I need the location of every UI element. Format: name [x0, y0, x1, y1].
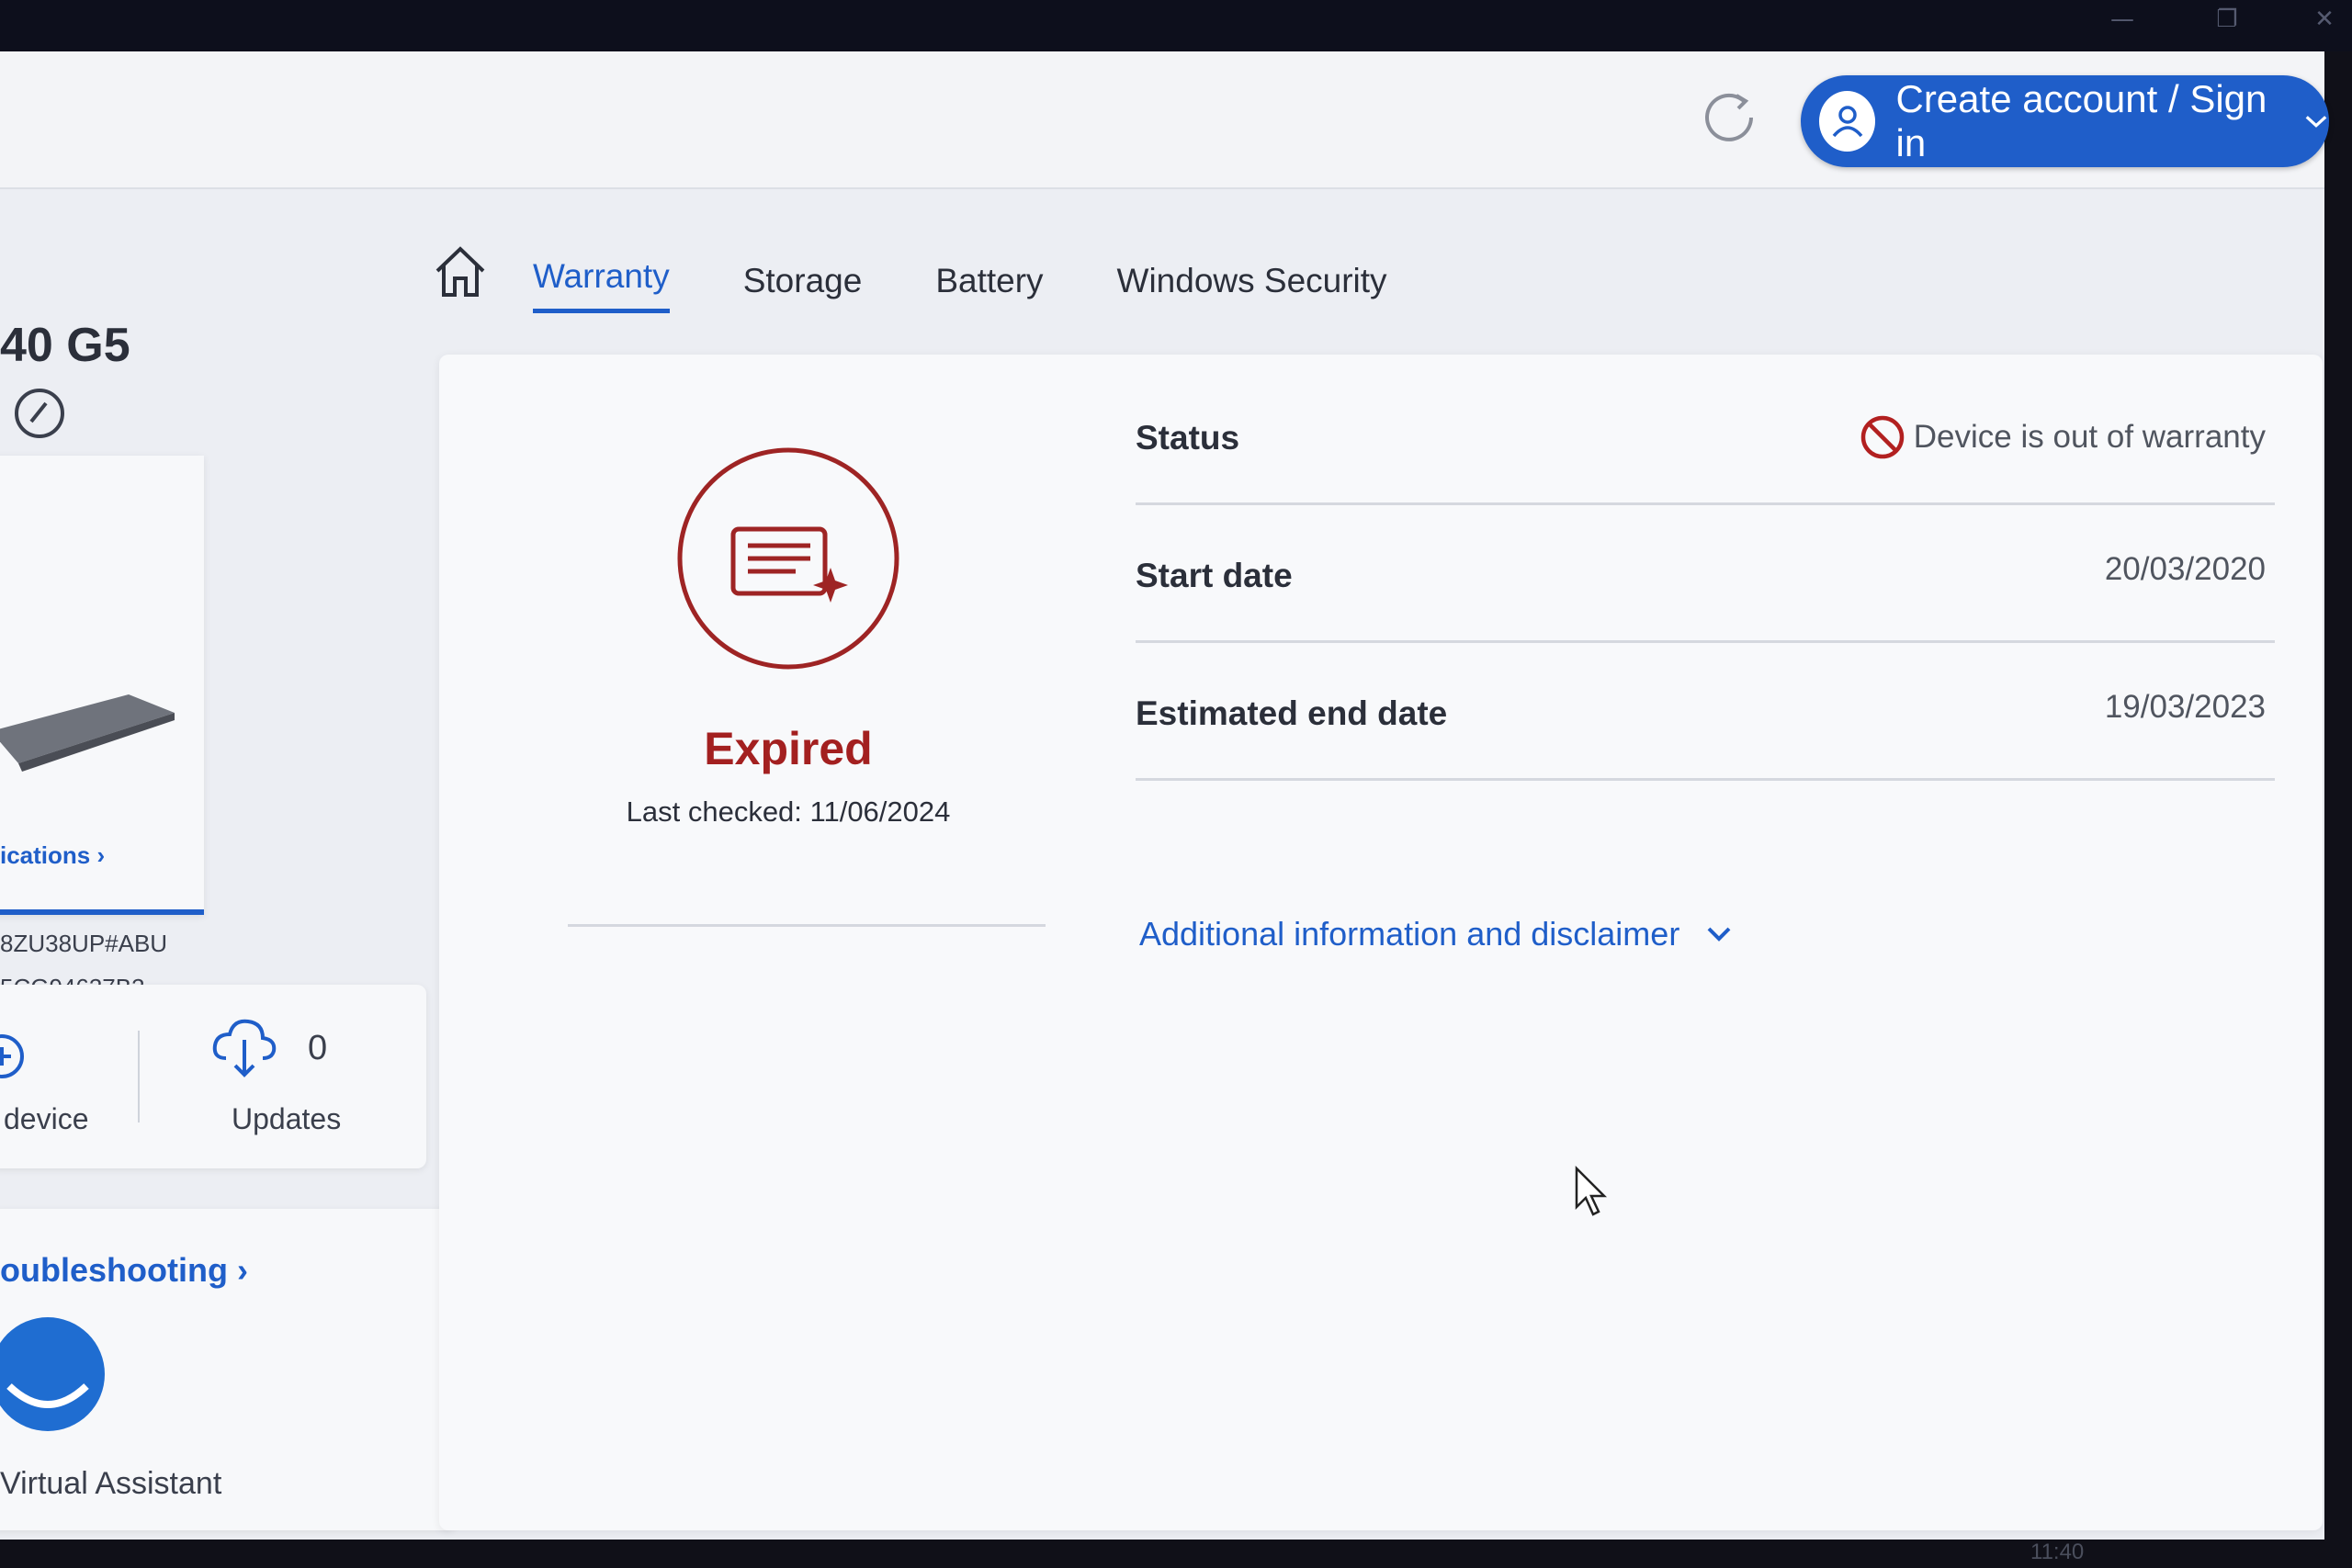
specifications-link[interactable]: ications › — [0, 841, 105, 870]
add-icon[interactable] — [0, 1031, 33, 1082]
troubleshooting-link[interactable]: oubleshooting › — [0, 1251, 248, 1290]
maximize-button[interactable]: ❐ — [2209, 6, 2245, 33]
mouse-cursor-icon — [1575, 1165, 1608, 1216]
top-bar: Create account / Sign in — [0, 51, 2329, 189]
close-button[interactable]: ✕ — [2306, 6, 2343, 33]
warranty-panel: Expired Last checked: 11/06/2024 Status … — [439, 355, 2323, 1530]
end-date-value: 19/03/2023 — [2104, 689, 2266, 725]
start-date-row: Start date 20/03/2020 — [1136, 505, 2275, 643]
divider — [568, 924, 1046, 927]
virtual-assistant-icon[interactable] — [0, 1314, 110, 1434]
disclaimer-label[interactable]: Additional information and disclaimer — [1139, 915, 1679, 953]
start-date-value: 20/03/2020 — [2104, 551, 2266, 587]
product-number: 8ZU38UP#ABU — [0, 930, 168, 957]
signin-label: Create account / Sign in — [1895, 77, 2267, 164]
tab-storage[interactable]: Storage — [743, 262, 863, 313]
troubleshooting-card: oubleshooting › Virtual Assistant — [0, 1209, 456, 1530]
virtual-assistant-label[interactable]: Virtual Assistant — [0, 1466, 221, 1502]
disclaimer-toggle[interactable]: Additional information and disclaimer — [1139, 915, 1735, 953]
status-label: Status — [1136, 419, 1240, 457]
status-row: Status Device is out of warranty — [1136, 367, 2275, 505]
end-date-label: Estimated end date — [1136, 694, 1448, 732]
taskbar-clock: 11:40 — [2030, 1540, 2085, 1564]
tab-battery[interactable]: Battery — [935, 262, 1043, 313]
minimize-button[interactable]: — — [2104, 6, 2141, 33]
tab-bar: Warranty Storage Battery Windows Securit… — [432, 231, 1461, 313]
chevron-down-icon[interactable] — [1703, 919, 1735, 950]
add-device-label[interactable]: device — [4, 1102, 89, 1136]
tab-warranty[interactable]: Warranty — [533, 257, 670, 313]
quick-actions-card: device 0 Updates — [0, 985, 426, 1168]
edit-icon[interactable] — [13, 387, 66, 440]
end-date-row: Estimated end date 19/03/2023 — [1136, 643, 2275, 781]
title-bar: — ❐ ✕ — [0, 0, 2352, 51]
warranty-document-icon — [677, 447, 899, 670]
device-card[interactable]: ications › — [0, 456, 204, 915]
updates-label[interactable]: Updates — [232, 1102, 341, 1136]
warranty-state: Expired — [704, 723, 873, 774]
prohibited-icon — [1860, 415, 1905, 459]
laptop-image — [0, 694, 175, 772]
status-value: Device is out of warranty — [1859, 413, 2266, 461]
home-icon[interactable] — [432, 243, 489, 300]
signin-button[interactable]: Create account / Sign in — [1801, 75, 2329, 167]
sidebar: 40 G5 ications › 8ZU38UP#ABU 5CG94637B3 … — [0, 189, 456, 1540]
person-icon — [1819, 91, 1876, 152]
tab-windows-security[interactable]: Windows Security — [1117, 262, 1387, 313]
chevron-down-icon — [2305, 116, 2327, 128]
divider — [138, 1031, 140, 1122]
refresh-icon[interactable] — [1700, 86, 1758, 145]
start-date-label: Start date — [1136, 557, 1293, 594]
device-name: 40 G5 — [0, 319, 130, 372]
cloud-download-icon[interactable] — [209, 1012, 279, 1082]
app-window: Create account / Sign in 40 G5 ications … — [0, 51, 2329, 1540]
status-text: Device is out of warranty — [1913, 419, 2266, 455]
updates-count: 0 — [308, 1029, 328, 1067]
last-checked: Last checked: 11/06/2024 — [626, 795, 951, 828]
